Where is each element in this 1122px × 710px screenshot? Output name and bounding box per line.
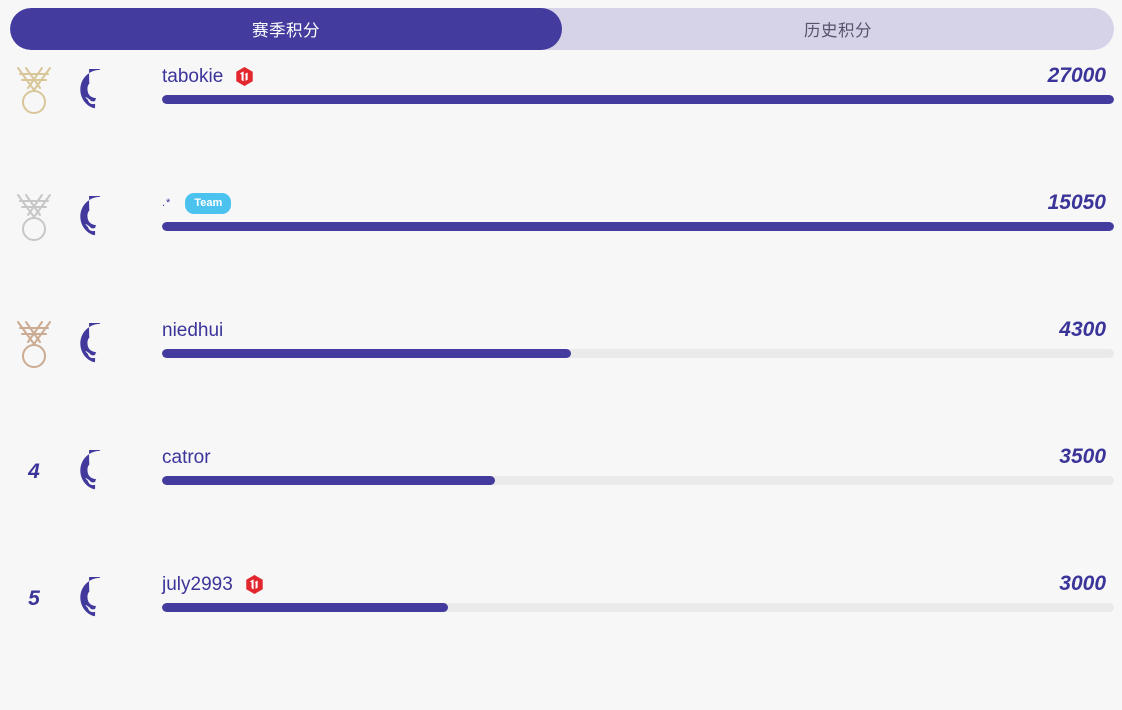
medal-silver-icon — [0, 185, 68, 249]
leaderboard-page: 赛季积分 历史积分 tabokie 27000 .* Team 15050 niedhui… — [0, 0, 1122, 710]
tidb-badge-icon — [244, 574, 265, 595]
leaderboard-row[interactable]: tabokie 27000 — [0, 58, 1122, 185]
username-label[interactable]: july2993 — [162, 575, 233, 594]
score-progress-track — [162, 603, 1114, 612]
rank-number: 4 — [28, 459, 40, 483]
tab-season-points[interactable]: 赛季积分 — [10, 8, 562, 50]
score-progress-fill — [162, 349, 572, 358]
username-label[interactable]: catror — [162, 448, 211, 467]
username-line: tabokie — [162, 58, 1114, 94]
score-progress-fill — [162, 603, 448, 612]
score-value: 3500 — [1059, 445, 1106, 468]
github-avatar-icon[interactable] — [78, 312, 122, 376]
score-value: 27000 — [1047, 64, 1106, 87]
score-progress-track — [162, 349, 1114, 358]
username-line: niedhui — [162, 312, 1114, 348]
username-label[interactable]: tabokie — [162, 67, 223, 86]
github-avatar-icon[interactable] — [78, 58, 122, 122]
score-progress-track — [162, 476, 1114, 485]
username-line: catror — [162, 439, 1114, 475]
score-progress-track — [162, 95, 1114, 104]
leaderboard-list: tabokie 27000 .* Team 15050 niedhui 4300 4 catro… — [0, 58, 1122, 710]
score-progress-fill — [162, 476, 496, 485]
tab-history-points[interactable]: 历史积分 — [562, 8, 1114, 50]
username-label[interactable]: niedhui — [162, 321, 223, 340]
row-info: .* Team 15050 — [162, 185, 1114, 249]
github-avatar-icon[interactable] — [78, 439, 122, 503]
tidb-badge-icon — [234, 66, 255, 87]
rank-number-cell: 5 — [0, 566, 68, 630]
tidb-logo-icon — [246, 574, 263, 594]
leaderboard-row[interactable]: 5 july2993 3000 — [0, 566, 1122, 693]
tidb-logo-icon — [236, 66, 254, 86]
github-avatar-icon[interactable] — [78, 185, 122, 249]
leaderboard-row[interactable]: niedhui 4300 — [0, 312, 1122, 439]
medal-gold-icon — [0, 58, 68, 122]
row-info: catror 3500 — [162, 439, 1114, 503]
score-value: 15050 — [1047, 191, 1106, 214]
medal-bronze-icon — [0, 312, 68, 376]
tab-history-points-label: 历史积分 — [804, 22, 872, 40]
score-value: 4300 — [1059, 318, 1106, 341]
tab-bar: 赛季积分 历史积分 — [10, 8, 1114, 50]
leaderboard-row[interactable]: 4 catror 3500 — [0, 439, 1122, 566]
score-progress-fill — [162, 95, 1114, 104]
score-value: 3000 — [1059, 572, 1106, 595]
username-label[interactable]: .* — [162, 197, 171, 209]
team-badge: Team — [185, 192, 232, 214]
score-progress-track — [162, 222, 1114, 231]
username-line: .* Team — [162, 185, 1114, 221]
github-avatar-icon[interactable] — [78, 566, 122, 630]
row-info: july2993 3000 — [162, 566, 1114, 630]
leaderboard-row[interactable]: .* Team 15050 — [0, 185, 1122, 312]
row-info: niedhui 4300 — [162, 312, 1114, 376]
rank-number: 5 — [28, 586, 40, 610]
row-info: tabokie 27000 — [162, 58, 1114, 122]
rank-number-cell: 4 — [0, 439, 68, 503]
score-progress-fill — [162, 222, 1114, 231]
tab-season-points-label: 赛季积分 — [252, 22, 320, 40]
username-line: july2993 — [162, 566, 1114, 602]
